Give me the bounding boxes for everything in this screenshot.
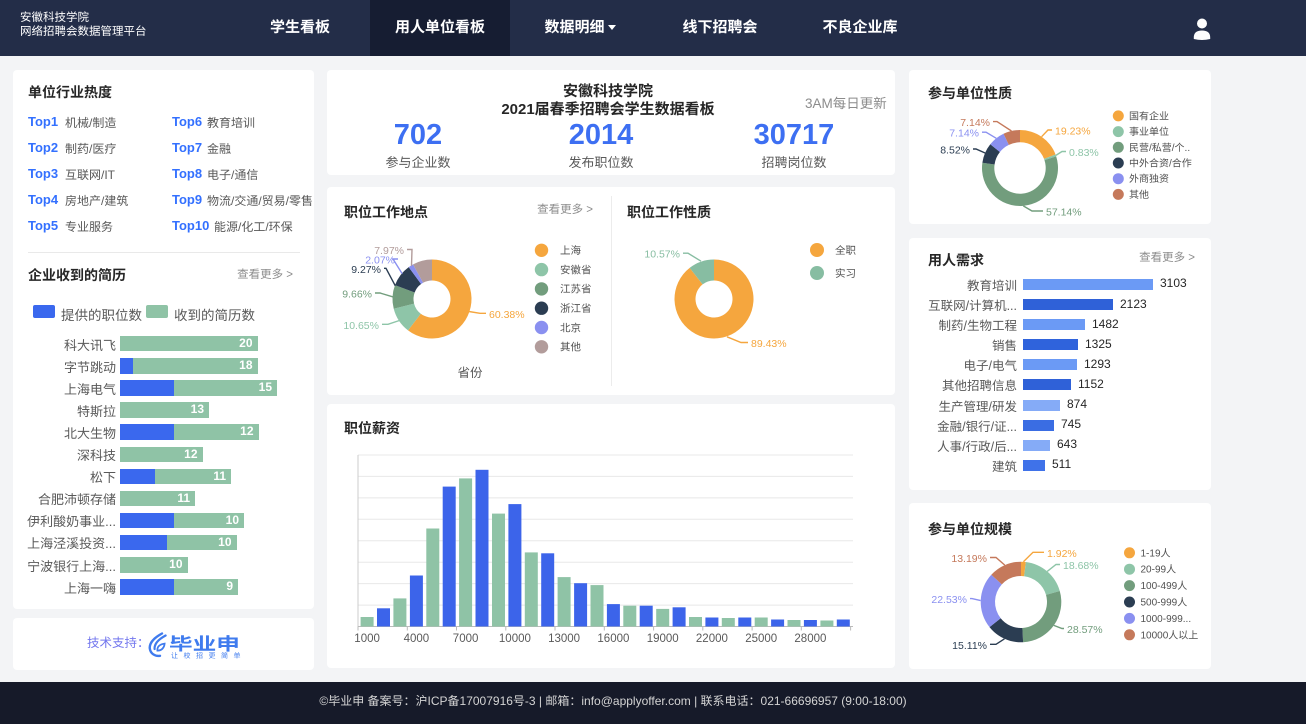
svg-text:全职: 全职 <box>835 245 856 257</box>
svg-text:20-99人: 20-99人 <box>1141 564 1177 576</box>
svg-text:中外合资/合作: 中外合资/合作 <box>1129 158 1192 170</box>
svg-text:19.23%: 19.23% <box>1055 126 1091 138</box>
svg-text:7.14%: 7.14% <box>949 128 979 140</box>
svg-text:4000: 4000 <box>404 633 430 645</box>
svg-text:浙江省: 浙江省 <box>560 303 592 315</box>
svg-text:10.57%: 10.57% <box>644 249 680 261</box>
svg-text:7000: 7000 <box>453 633 479 645</box>
svg-text:10000人以上: 10000人以上 <box>1141 629 1199 641</box>
svg-text:19000: 19000 <box>647 633 679 645</box>
svg-text:100-499人: 100-499人 <box>1141 580 1188 592</box>
svg-text:60.38%: 60.38% <box>489 309 525 321</box>
svg-text:13000: 13000 <box>548 633 580 645</box>
svg-text:国有企业: 国有企业 <box>1129 110 1169 122</box>
svg-text:省份: 省份 <box>457 366 483 380</box>
svg-text:事业单位: 事业单位 <box>1129 126 1169 138</box>
svg-text:28000: 28000 <box>794 633 826 645</box>
svg-text:25000: 25000 <box>745 633 777 645</box>
svg-text:7.97%: 7.97% <box>374 245 404 257</box>
svg-text:16000: 16000 <box>597 633 629 645</box>
svg-text:22000: 22000 <box>696 633 728 645</box>
svg-text:1000: 1000 <box>354 633 380 645</box>
svg-text:28.57%: 28.57% <box>1067 624 1103 636</box>
svg-text:外商独资: 外商独资 <box>1129 173 1169 185</box>
svg-text:其他: 其他 <box>1129 189 1149 201</box>
svg-text:1.92%: 1.92% <box>1047 548 1077 560</box>
svg-text:89.43%: 89.43% <box>751 338 787 350</box>
svg-text:民营/私营/个..: 民营/私营/个.. <box>1129 142 1190 154</box>
svg-text:上海: 上海 <box>560 245 581 257</box>
svg-text:安徽省: 安徽省 <box>560 264 592 276</box>
svg-text:18.68%: 18.68% <box>1063 560 1099 572</box>
svg-text:8.52%: 8.52% <box>940 145 970 157</box>
svg-text:500-999人: 500-999人 <box>1141 597 1188 609</box>
svg-text:0.83%: 0.83% <box>1069 147 1099 159</box>
svg-text:实习: 实习 <box>835 268 856 280</box>
svg-text:22.53%: 22.53% <box>931 594 967 606</box>
svg-text:江苏省: 江苏省 <box>560 284 592 296</box>
svg-text:9.66%: 9.66% <box>342 289 372 301</box>
svg-text:其他: 其他 <box>560 342 581 354</box>
svg-text:57.14%: 57.14% <box>1046 207 1082 219</box>
svg-text:10000: 10000 <box>499 633 531 645</box>
svg-text:13.19%: 13.19% <box>951 553 987 565</box>
svg-text:10.65%: 10.65% <box>343 320 379 332</box>
svg-text:15.11%: 15.11% <box>952 640 987 652</box>
svg-text:1000-999...: 1000-999... <box>1141 614 1192 625</box>
svg-text:北京: 北京 <box>560 322 581 334</box>
svg-text:1-19人: 1-19人 <box>1141 547 1171 559</box>
svg-text:7.14%: 7.14% <box>960 117 990 129</box>
